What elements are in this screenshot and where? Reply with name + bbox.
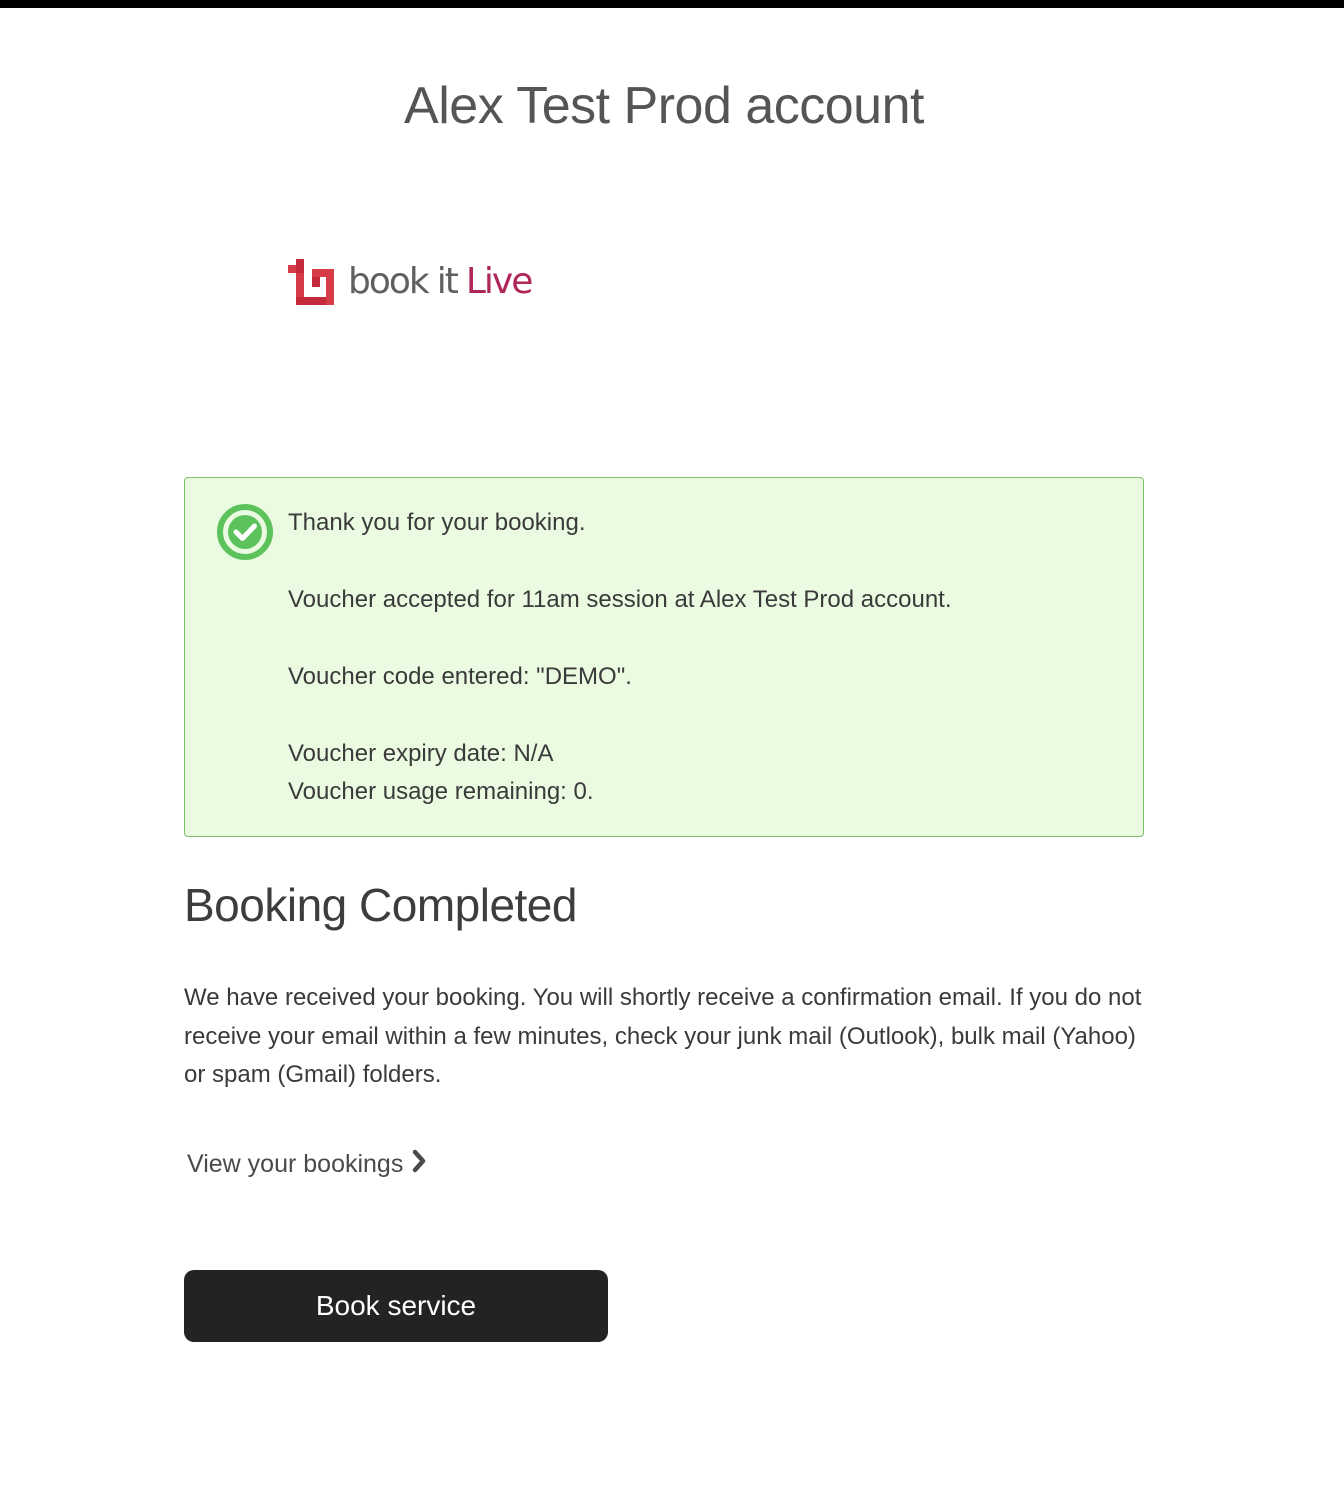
view-bookings-link[interactable]: View your bookings [187,1149,427,1180]
logo-word-book: book [348,261,430,302]
alert-voucher-usage-text: Voucher usage remaining: 0. [288,778,594,805]
book-service-button[interactable]: Book service [184,1270,608,1342]
logo-word-live: Live [465,261,534,302]
alert-thanks-text: Thank you for your booking. [288,509,586,536]
view-bookings-label: View your bookings [187,1150,404,1178]
bookitlive-logo-text: book it Live [348,261,534,302]
alert-voucher-expiry-text: Voucher expiry date: N/A [288,740,554,767]
alert-voucher-accepted-text: Voucher accepted for 11am session at Ale… [288,586,952,613]
alert-message: Thank you for your booking. Voucher acce… [288,504,1118,811]
top-bar [0,0,1344,8]
bookitlive-logo-icon [288,259,334,305]
bookitlive-logo: book it Live [288,258,534,306]
booking-confirmation-text: We have received your booking. You will … [184,984,1142,1088]
booking-completed-heading: Booking Completed [184,879,577,931]
check-circle-icon [216,503,274,561]
alert-voucher-code-text: Voucher code entered: "DEMO". [288,663,632,690]
success-alert: Thank you for your booking. Voucher acce… [184,477,1144,837]
logo-word-it: it [436,261,459,302]
page-title: Alex Test Prod account [404,77,924,135]
chevron-right-icon [411,1149,427,1180]
